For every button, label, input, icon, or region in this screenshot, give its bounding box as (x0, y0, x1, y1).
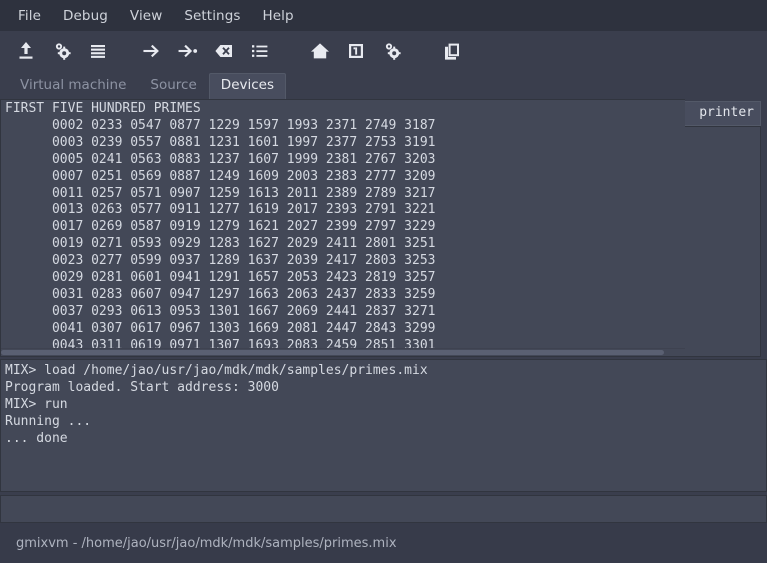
toolbar-load-button[interactable] (8, 34, 44, 68)
step-into-arrow-icon (178, 44, 198, 58)
toolbar-settings-button[interactable] (374, 34, 410, 68)
tab-source[interactable]: Source (138, 73, 208, 99)
copy-duplicate-icon (445, 43, 459, 60)
status-bar-text: gmixvm - /home/jao/usr/jao/mdk/mdk/sampl… (16, 535, 397, 551)
settings-gear-icon (385, 43, 401, 60)
device-tab-strip-body (685, 126, 761, 357)
toolbar-compile-button[interactable] (44, 34, 80, 68)
toolbar-copy-button[interactable] (434, 34, 470, 68)
compile-gear-icon (55, 43, 71, 60)
devices-notebook: FIRST FIVE HUNDRED PRIMES 0002 0233 0547… (0, 99, 767, 357)
list-lines-icon (91, 45, 105, 58)
menu-help[interactable]: Help (252, 4, 305, 28)
clear-backspace-icon (215, 45, 232, 57)
toolbar-run-one-button[interactable] (338, 34, 374, 68)
tab-virtual-machine[interactable]: Virtual machine (8, 73, 138, 99)
printer-output-text[interactable]: FIRST FIVE HUNDRED PRIMES 0002 0233 0547… (1, 100, 685, 348)
toolbar-listing-button[interactable] (80, 34, 116, 68)
device-tab-strip: printer (685, 99, 767, 357)
menu-debug[interactable]: Debug (52, 4, 119, 28)
menu-settings[interactable]: Settings (173, 4, 251, 28)
toolbar-home-button[interactable] (302, 34, 338, 68)
menu-bar: File Debug View Settings Help (0, 0, 767, 31)
step-arrow-icon (143, 44, 159, 58)
menu-file[interactable]: File (7, 4, 52, 28)
toolbar-clear-button[interactable] (206, 34, 242, 68)
toolbar-step-button[interactable] (134, 34, 170, 68)
printer-device-page: FIRST FIVE HUNDRED PRIMES 0002 0233 0547… (0, 99, 685, 357)
main-panes: FIRST FIVE HUNDRED PRIMES 0002 0233 0547… (0, 99, 767, 523)
printer-horizontal-scrollbar[interactable] (1, 348, 685, 356)
command-input[interactable] (0, 495, 767, 523)
status-bar: gmixvm - /home/jao/usr/jao/mdk/mdk/sampl… (0, 523, 767, 563)
printer-scrollbar-thumb[interactable] (1, 350, 665, 355)
device-tab-printer[interactable]: printer (685, 101, 761, 126)
bullet-list-icon (252, 45, 268, 57)
home-icon (311, 43, 329, 59)
main-notebook-tabs: Virtual machine Source Devices (0, 71, 767, 99)
toolbar-next-button[interactable] (170, 34, 206, 68)
console-log-panel: MIX> load /home/jao/usr/jao/mdk/mdk/samp… (0, 359, 767, 492)
console-log-text[interactable]: MIX> load /home/jao/usr/jao/mdk/mdk/samp… (1, 360, 766, 447)
menu-view[interactable]: View (119, 4, 173, 28)
toolbar-symbols-button[interactable] (242, 34, 278, 68)
one-frame-icon (349, 44, 363, 58)
load-program-icon (19, 42, 33, 59)
gmixvm-window: File Debug View Settings Help Virtual ma… (0, 0, 767, 563)
tab-devices[interactable]: Devices (208, 73, 286, 99)
toolbar (0, 31, 767, 71)
